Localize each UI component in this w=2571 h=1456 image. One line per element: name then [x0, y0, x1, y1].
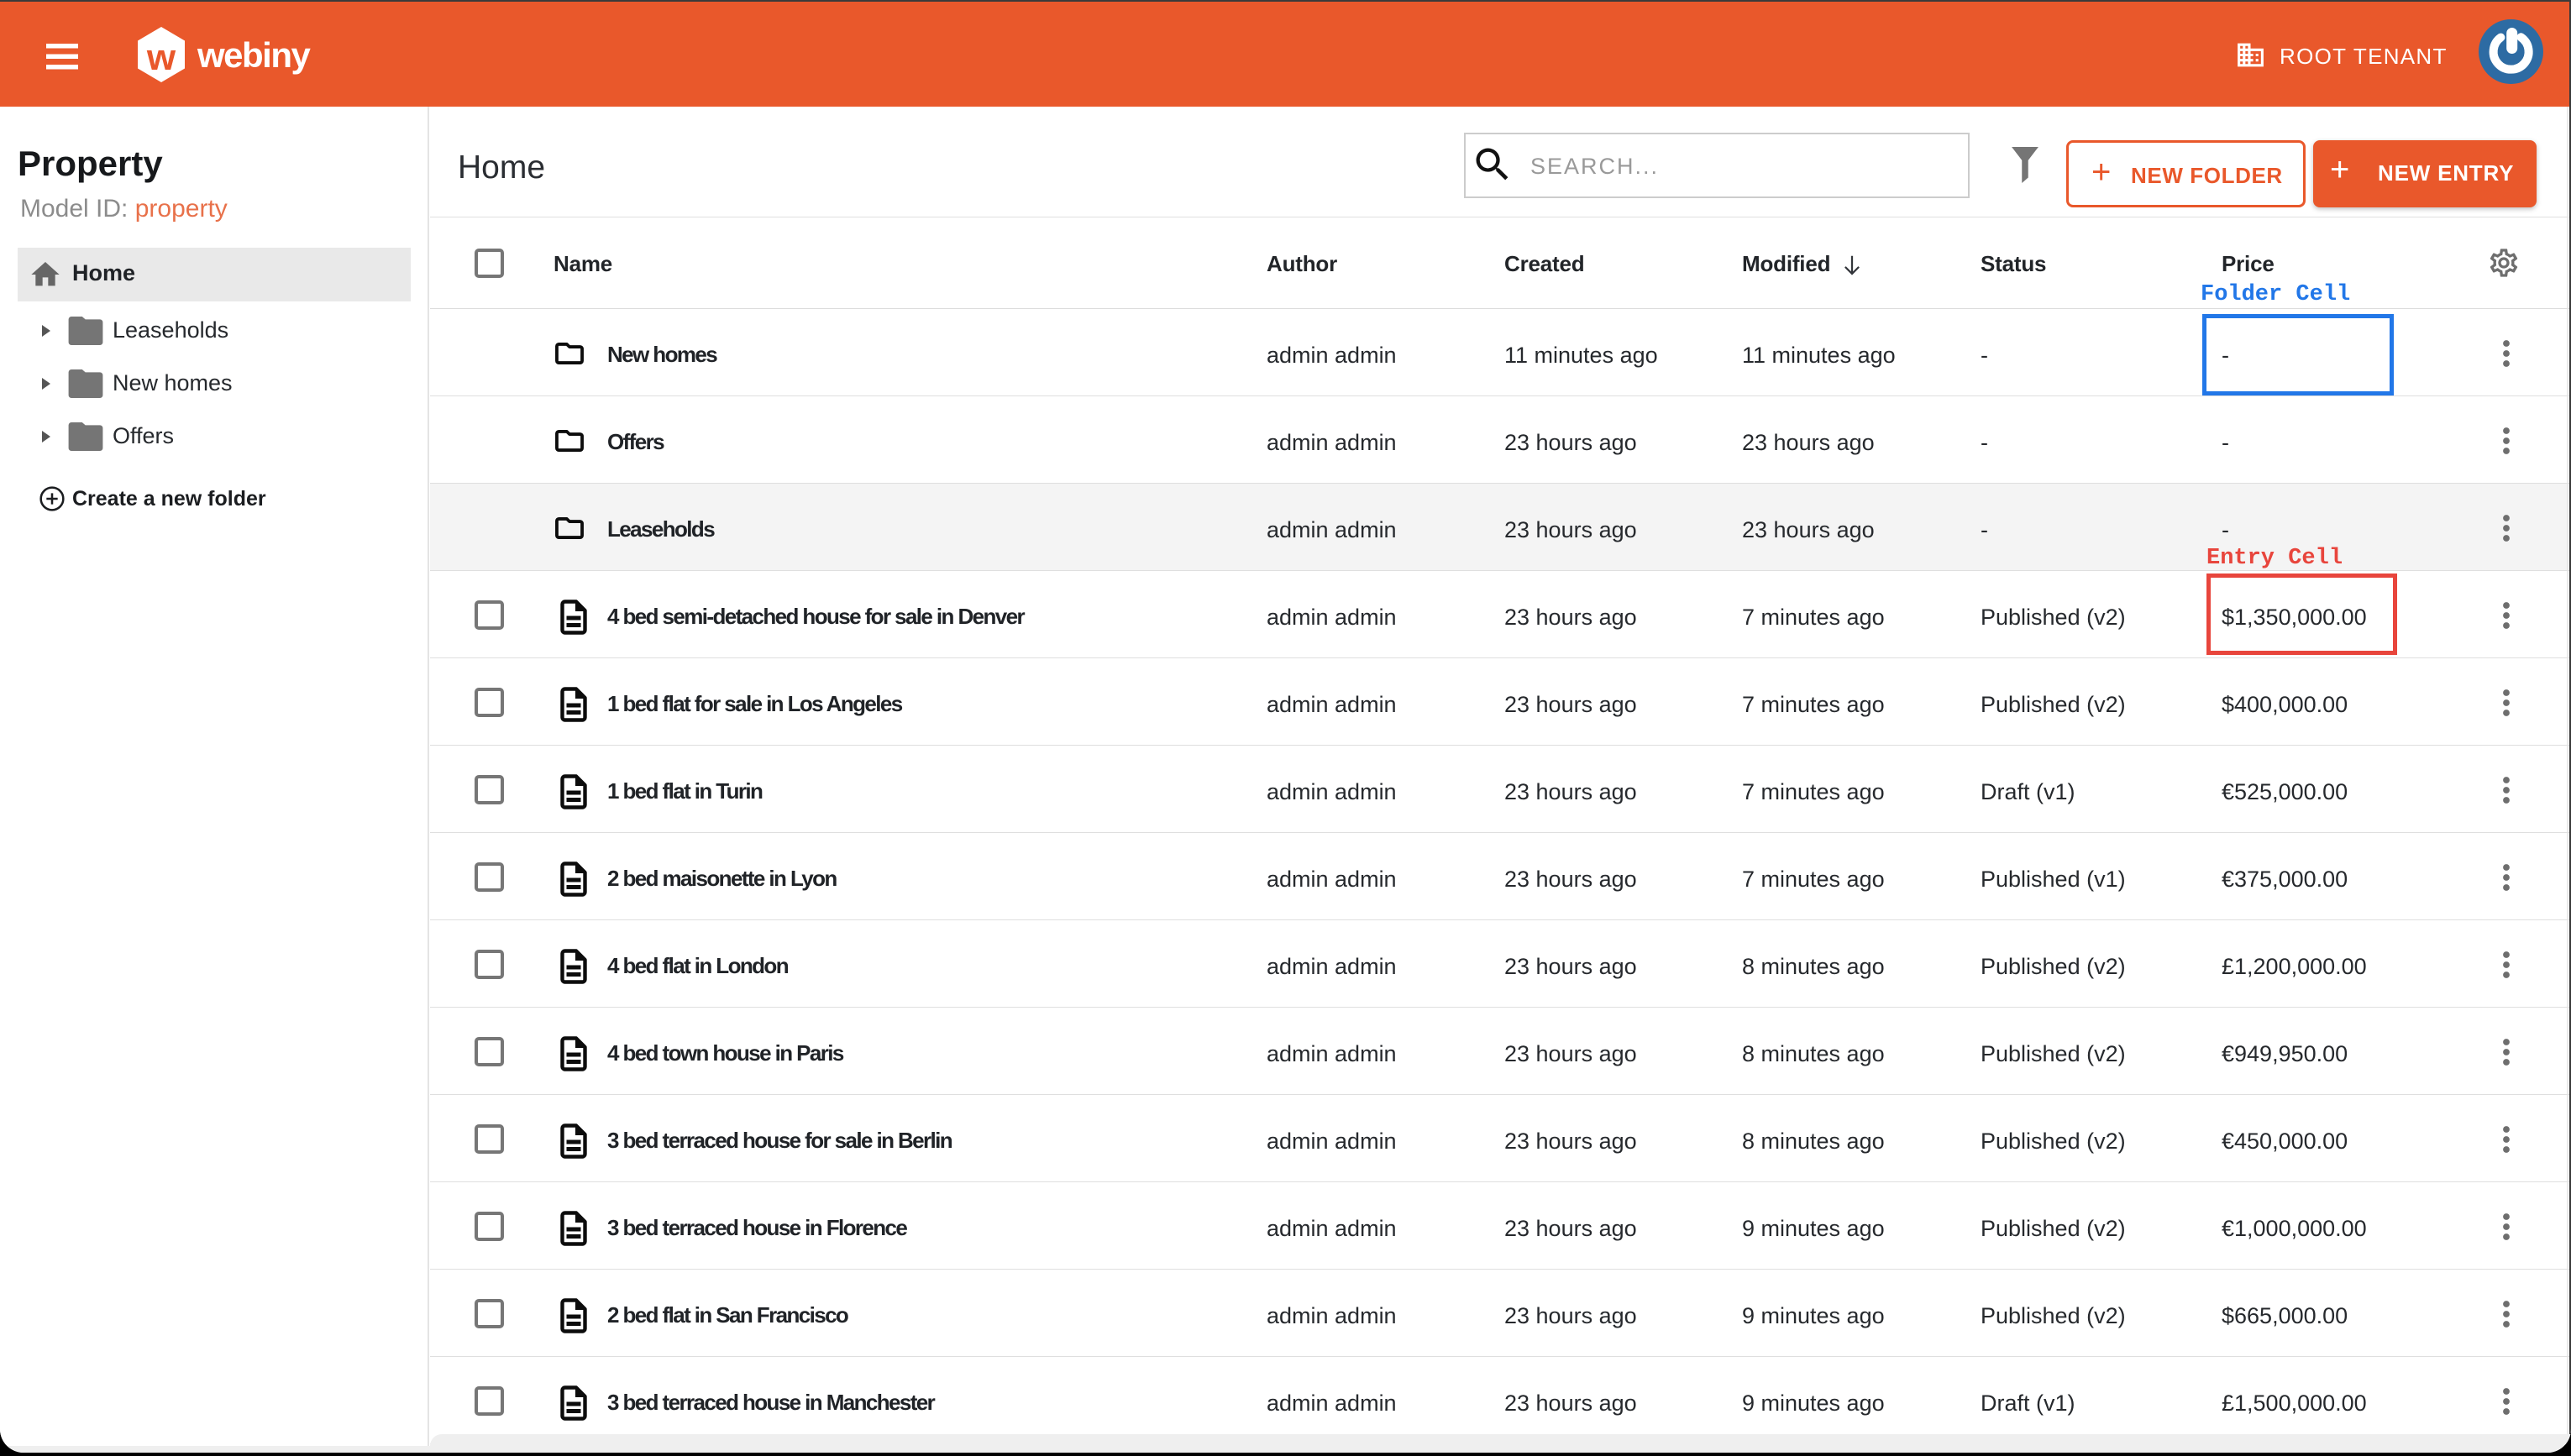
svg-text:w: w: [146, 37, 176, 78]
